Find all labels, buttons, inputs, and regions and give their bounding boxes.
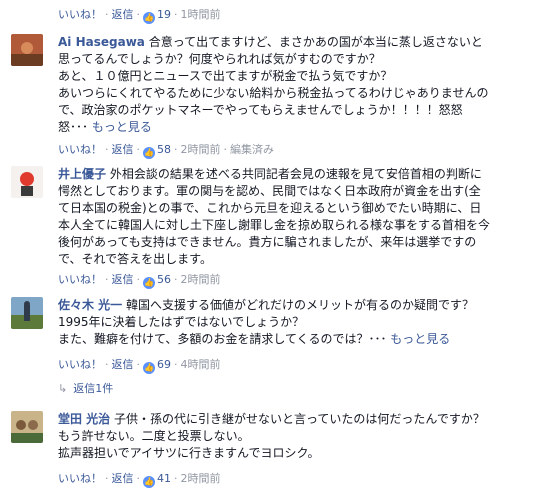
thumbs-up-icon: 👍 (143, 476, 155, 488)
comment-body-3: 佐々木 光一 韓国へ支援する価値がどれだけのメリットが有るのか疑問です？ 199… (58, 298, 475, 346)
comment-author[interactable]: 井上優子 (58, 167, 106, 181)
view-replies-link[interactable]: ↳ 返信1件 (58, 380, 113, 398)
reply-link[interactable]: 返信 (112, 8, 134, 21)
comment-author[interactable]: 堂田 光治 (58, 412, 110, 426)
timestamp[interactable]: 2時間前 (181, 143, 221, 156)
timestamp[interactable]: 2時間前 (181, 472, 221, 485)
comment-feed: いいね！ · 返信 · 👍 19 · 1時間前 Ai Hasegawa 合意って出てますけど、… (0, 0, 547, 494)
like-link[interactable]: いいね！ (58, 143, 102, 156)
like-link[interactable]: いいね！ (58, 8, 102, 21)
avatar-ai-hasegawa[interactable] (11, 34, 43, 66)
comment-body-4: 堂田 光治 子供・孫の代に引き継がせないと言っていたのは何だったんですか？ もう… (58, 412, 485, 460)
comment-meta-1: いいね！ · 返信 · 👍 58 · 2時間前 · 編集済み (58, 143, 274, 159)
see-more-link[interactable]: もっと見る (390, 332, 450, 346)
comment-body-2: 井上優子 外相会談の結果を述べる共同記者会見の速報を見て安倍首相の判断に 愕然と… (58, 167, 491, 266)
like-count[interactable]: 69 (157, 358, 171, 371)
reply-link[interactable]: 返信 (112, 358, 134, 371)
reply-link[interactable]: 返信 (112, 273, 134, 286)
reply-arrow-icon: ↳ (58, 382, 68, 395)
comment-body-1: Ai Hasegawa 合意って出てますけど、まさかあの国が本当に蒸し返さないと… (58, 35, 489, 134)
comment-meta-2: いいね！ · 返信 · 👍 56 · 2時間前 (58, 273, 221, 289)
like-count[interactable]: 19 (157, 8, 171, 21)
like-link[interactable]: いいね！ (58, 472, 102, 485)
like-count[interactable]: 58 (157, 143, 171, 156)
reply-link[interactable]: 返信 (112, 143, 134, 156)
thumbs-up-icon: 👍 (143, 277, 155, 289)
timestamp[interactable]: 2時間前 (181, 273, 221, 286)
timestamp[interactable]: 4時間前 (181, 358, 221, 371)
see-more-link[interactable]: もっと見る (92, 120, 152, 134)
thumbs-up-icon: 👍 (143, 362, 155, 374)
avatar-inoue-yuko[interactable] (11, 166, 43, 198)
like-link[interactable]: いいね！ (58, 358, 102, 371)
like-link[interactable]: いいね！ (58, 273, 102, 286)
like-count[interactable]: 41 (157, 472, 171, 485)
timestamp[interactable]: 1時間前 (181, 8, 221, 21)
like-count[interactable]: 56 (157, 273, 171, 286)
thumbs-up-icon: 👍 (143, 147, 155, 159)
comment-author[interactable]: 佐々木 光一 (58, 298, 122, 312)
thumbs-up-icon: 👍 (143, 12, 155, 24)
edited-label[interactable]: 編集済み (230, 143, 274, 156)
avatar-doda-koji[interactable] (11, 411, 43, 443)
comment-meta-3: いいね！ · 返信 · 👍 69 · 4時間前 (58, 358, 221, 374)
comment-meta-top: いいね！ · 返信 · 👍 19 · 1時間前 (58, 8, 221, 24)
reply-link[interactable]: 返信 (112, 472, 134, 485)
comment-meta-4: いいね！ · 返信 · 👍 41 · 2時間前 (58, 472, 221, 488)
comment-author[interactable]: Ai Hasegawa (58, 35, 145, 49)
avatar-sasaki-koichi[interactable] (11, 297, 43, 329)
